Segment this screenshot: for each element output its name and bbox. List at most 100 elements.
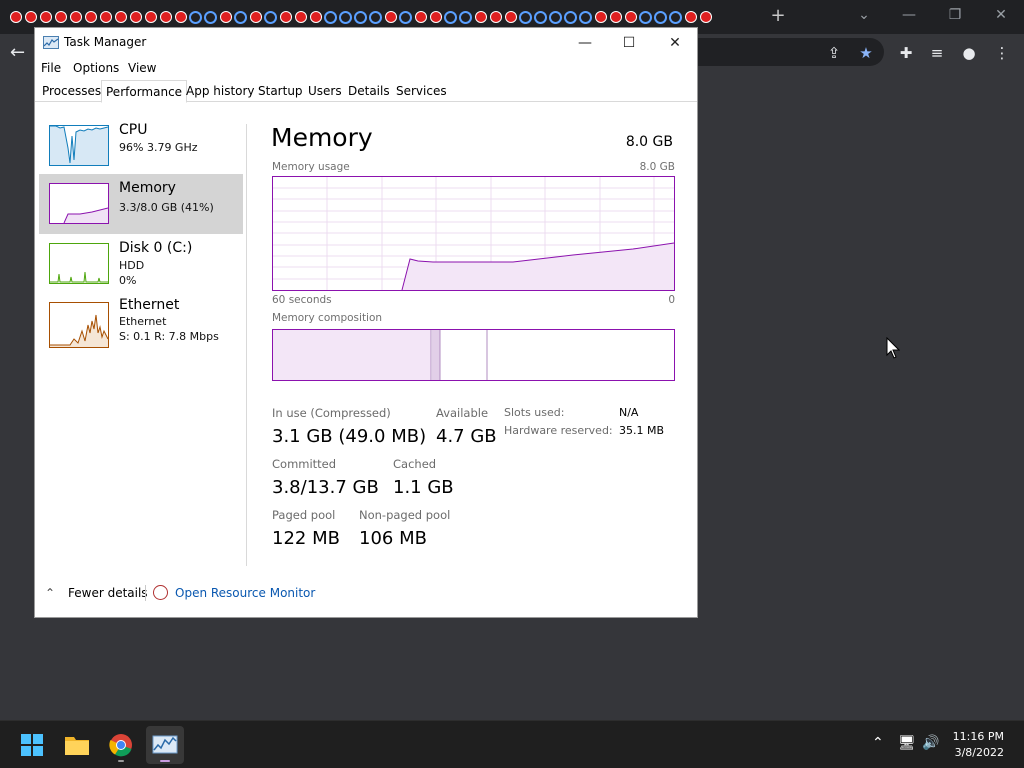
- chrome-minimize-icon[interactable]: —: [895, 4, 923, 26]
- bookmark-star-icon[interactable]: ★: [855, 42, 877, 64]
- tab-performance[interactable]: Performance: [101, 80, 188, 103]
- loading-tab-icon[interactable]: [203, 10, 218, 25]
- open-resource-monitor-link[interactable]: Open Resource Monitor: [175, 586, 315, 600]
- youtube-tab-icon[interactable]: [98, 10, 113, 25]
- tab-users[interactable]: Users: [308, 80, 342, 102]
- tab-app-history[interactable]: App history: [186, 80, 255, 102]
- extensions-icon[interactable]: ✚: [895, 42, 917, 64]
- loading-tab-icon[interactable]: [338, 10, 353, 25]
- youtube-tab-icon[interactable]: [128, 10, 143, 25]
- youtube-tab-icon[interactable]: [623, 10, 638, 25]
- youtube-tab-icon[interactable]: [68, 10, 83, 25]
- loading-tab-icon[interactable]: [353, 10, 368, 25]
- youtube-tab-icon[interactable]: [23, 10, 38, 25]
- youtube-tab-icon[interactable]: [383, 10, 398, 25]
- volume-icon[interactable]: 🔊: [922, 735, 939, 751]
- youtube-tab-icon[interactable]: [503, 10, 518, 25]
- youtube-tab-icon[interactable]: [158, 10, 173, 25]
- sidebar-item-ethernet[interactable]: Ethernet Ethernet S: 0.1 R: 7.8 Mbps: [39, 297, 243, 360]
- network-icon[interactable]: 🖥: [898, 735, 916, 751]
- youtube-tab-icon[interactable]: [218, 10, 233, 25]
- tab-details[interactable]: Details: [348, 80, 390, 102]
- share-icon[interactable]: ⇪: [823, 42, 845, 64]
- youtube-favicon-icon: [414, 11, 427, 23]
- loading-tab-icon[interactable]: [638, 10, 653, 25]
- youtube-tab-icon[interactable]: [143, 10, 158, 25]
- loading-tab-icon[interactable]: [368, 10, 383, 25]
- close-button[interactable]: ✕: [652, 28, 698, 58]
- fewer-details-button[interactable]: Fewer details: [68, 586, 148, 600]
- menu-file[interactable]: File: [41, 61, 61, 75]
- loading-tab-icon[interactable]: [188, 10, 203, 25]
- youtube-tab-icon[interactable]: [53, 10, 68, 25]
- chrome-menu-icon[interactable]: ⋮: [991, 42, 1013, 64]
- menu-options[interactable]: Options: [73, 61, 119, 75]
- start-button[interactable]: [13, 726, 51, 764]
- new-tab-button[interactable]: +: [768, 6, 788, 26]
- task-manager-taskbar-icon[interactable]: [146, 726, 184, 764]
- loading-tab-icon[interactable]: [233, 10, 248, 25]
- loading-tab-icon[interactable]: [458, 10, 473, 25]
- chrome-restore-icon[interactable]: ❐: [941, 4, 969, 26]
- maximize-button[interactable]: ☐: [606, 28, 652, 58]
- sidebar-item-memory[interactable]: Memory 3.3/8.0 GB (41%): [39, 174, 243, 234]
- loading-tab-icon[interactable]: [533, 10, 548, 25]
- window-title: Task Manager: [64, 35, 147, 49]
- chrome-icon[interactable]: [102, 726, 140, 764]
- youtube-tab-icon[interactable]: [173, 10, 188, 25]
- clock-date[interactable]: 3/8/2022: [955, 746, 1004, 759]
- youtube-tab-icon[interactable]: [278, 10, 293, 25]
- loading-tab-icon[interactable]: [548, 10, 563, 25]
- task-manager-app-icon: [43, 36, 59, 49]
- chevron-up-icon[interactable]: ⌃: [45, 586, 55, 600]
- chrome-close-icon[interactable]: ✕: [987, 4, 1015, 26]
- chrome-dropdown-icon[interactable]: ⌄: [850, 4, 878, 26]
- sidebar-cpu-title: CPU: [119, 122, 148, 138]
- loading-tab-icon[interactable]: [668, 10, 683, 25]
- clock-time[interactable]: 11:16 PM: [953, 730, 1004, 743]
- youtube-tab-icon[interactable]: [593, 10, 608, 25]
- youtube-tab-icon[interactable]: [308, 10, 323, 25]
- youtube-tab-icon[interactable]: [113, 10, 128, 25]
- youtube-tab-icon[interactable]: [248, 10, 263, 25]
- youtube-tab-icon[interactable]: [473, 10, 488, 25]
- youtube-tab-icon[interactable]: [608, 10, 623, 25]
- sidebar-cpu-stats: 96% 3.79 GHz: [119, 141, 198, 154]
- profile-avatar-icon[interactable]: ●: [958, 42, 980, 64]
- cpu-thumbnail-graph: [49, 125, 109, 166]
- tab-favicons-row[interactable]: [8, 8, 730, 26]
- media-controls-icon[interactable]: ≡: [926, 42, 948, 64]
- sidebar-item-cpu[interactable]: CPU 96% 3.79 GHz: [39, 116, 243, 176]
- loading-tab-icon[interactable]: [263, 10, 278, 25]
- youtube-tab-icon[interactable]: [488, 10, 503, 25]
- sidebar-item-disk[interactable]: Disk 0 (C:) HDD 0%: [39, 234, 243, 294]
- minimize-button[interactable]: —: [562, 28, 608, 58]
- loading-tab-icon[interactable]: [653, 10, 668, 25]
- youtube-tab-icon[interactable]: [698, 10, 713, 25]
- youtube-tab-icon[interactable]: [83, 10, 98, 25]
- loading-tab-icon[interactable]: [443, 10, 458, 25]
- loading-tab-icon[interactable]: [518, 10, 533, 25]
- cached-value: 1.1 GB: [393, 477, 454, 498]
- youtube-tab-icon[interactable]: [8, 10, 23, 25]
- youtube-tab-icon[interactable]: [38, 10, 53, 25]
- back-arrow-icon[interactable]: ←: [10, 42, 25, 63]
- chevron-up-tray-icon[interactable]: ⌃: [872, 735, 884, 751]
- youtube-tab-icon[interactable]: [293, 10, 308, 25]
- title-bar[interactable]: Task Manager — ☐ ✕: [35, 28, 697, 58]
- menu-view[interactable]: View: [128, 61, 156, 75]
- youtube-favicon-icon: [504, 11, 517, 23]
- tab-services[interactable]: Services: [396, 80, 447, 102]
- youtube-tab-icon[interactable]: [683, 10, 698, 25]
- resource-monitor-icon[interactable]: [153, 585, 168, 600]
- spinner-favicon-icon: [369, 10, 382, 24]
- loading-tab-icon[interactable]: [398, 10, 413, 25]
- youtube-tab-icon[interactable]: [428, 10, 443, 25]
- file-explorer-icon[interactable]: [58, 726, 96, 764]
- tab-startup[interactable]: Startup: [258, 80, 303, 102]
- tab-processes[interactable]: Processes: [42, 80, 101, 102]
- loading-tab-icon[interactable]: [563, 10, 578, 25]
- loading-tab-icon[interactable]: [578, 10, 593, 25]
- loading-tab-icon[interactable]: [323, 10, 338, 25]
- youtube-tab-icon[interactable]: [413, 10, 428, 25]
